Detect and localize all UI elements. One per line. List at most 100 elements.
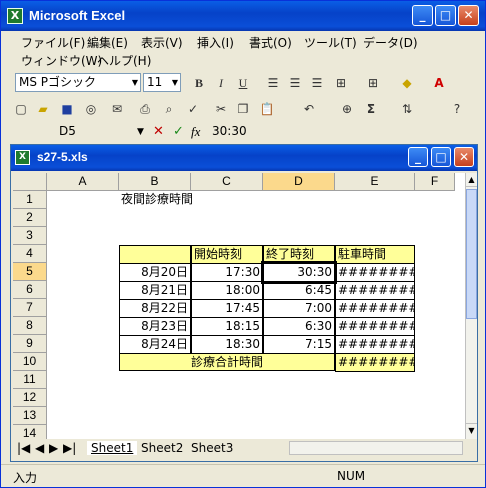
prev-sheet-icon[interactable]: ◀ [35, 441, 44, 455]
align-center-icon[interactable]: ☰ [285, 74, 305, 92]
tab-sheet3[interactable]: Sheet3 [191, 441, 233, 455]
font-color-icon[interactable]: A [429, 74, 449, 92]
cell-D7[interactable]: 7:00 [263, 299, 335, 318]
menu-edit[interactable]: 編集(E) [87, 34, 128, 51]
scroll-up-icon[interactable]: ▲ [466, 173, 477, 187]
row-header-10[interactable]: 10 [13, 353, 47, 371]
hyperlink-icon[interactable]: ⊕ [337, 100, 357, 118]
column-header-E[interactable]: E [335, 173, 415, 191]
merge-center-icon[interactable]: ⊞ [331, 74, 351, 92]
column-header-B[interactable]: B [119, 173, 191, 191]
row-header-3[interactable]: 3 [13, 227, 47, 245]
help-icon[interactable]: ? [447, 100, 467, 118]
name-box-dropdown-icon[interactable]: ▼ [137, 123, 144, 141]
align-right-icon[interactable]: ☰ [307, 74, 327, 92]
cell-D6[interactable]: 6:45 [263, 281, 335, 300]
menu-window[interactable]: ウィンドウ(W) [21, 52, 102, 69]
cell-E5[interactable]: ######### [335, 263, 415, 282]
cell-C4[interactable]: 開始時刻 [191, 245, 263, 264]
cell-C5[interactable]: 17:30 [191, 263, 263, 282]
cell-E10[interactable]: ######### [335, 353, 415, 372]
title-bar[interactable]: X Microsoft Excel _ □ ✕ [1, 1, 485, 31]
italic-button[interactable]: I [211, 74, 231, 92]
new-icon[interactable]: ▢ [11, 100, 31, 118]
cell-B4[interactable] [119, 245, 191, 264]
row-header-9[interactable]: 9 [13, 335, 47, 353]
row-header-1[interactable]: 1 [13, 191, 47, 209]
scroll-down-icon[interactable]: ▼ [466, 423, 477, 437]
cell-B9[interactable]: 8月24日 [119, 335, 191, 354]
borders-icon[interactable]: ⊞ [363, 74, 383, 92]
workbook-maximize-button[interactable]: □ [431, 147, 451, 167]
cell-C8[interactable]: 18:15 [191, 317, 263, 336]
cell-B10[interactable]: 診療合計時間 [119, 353, 335, 371]
cell-D8[interactable]: 6:30 [263, 317, 335, 336]
spelling-icon[interactable]: ✓ [183, 100, 203, 118]
cell-E8[interactable]: ######### [335, 317, 415, 336]
fill-color-icon[interactable]: ◆ [397, 74, 417, 92]
cell-C6[interactable]: 18:00 [191, 281, 263, 300]
cell-B5[interactable]: 8月20日 [119, 263, 191, 282]
column-header-D[interactable]: D [263, 173, 335, 191]
menu-file[interactable]: ファイル(F) [21, 34, 85, 51]
paste-icon[interactable]: 📋 [257, 100, 277, 118]
permission-icon[interactable]: ◎ [81, 100, 101, 118]
row-header-6[interactable]: 6 [13, 281, 47, 299]
row-header-7[interactable]: 7 [13, 299, 47, 317]
row-header-8[interactable]: 8 [13, 317, 47, 335]
cell-B7[interactable]: 8月22日 [119, 299, 191, 318]
spreadsheet-grid[interactable]: ABCDEF 1 2 3 4 5 6 7 8 9 10 11 12 13 14 夜間診療時間 開始時刻 終了時… [13, 173, 465, 439]
cell-D5[interactable]: 30:30 [261, 261, 337, 284]
minimize-button[interactable]: _ [412, 5, 433, 26]
menu-view[interactable]: 表示(V) [141, 34, 183, 51]
cell-C7[interactable]: 17:45 [191, 299, 263, 318]
menu-format[interactable]: 書式(O) [249, 34, 292, 51]
row-header-12[interactable]: 12 [13, 389, 47, 407]
align-left-icon[interactable]: ☰ [263, 74, 283, 92]
vertical-scrollbar[interactable]: ▲ ▼ [465, 173, 477, 439]
undo-icon[interactable]: ↶ [299, 100, 319, 118]
formula-input[interactable]: 30:30 [209, 123, 483, 141]
print-preview-icon[interactable]: ⌕ [159, 100, 179, 118]
cell-E6[interactable]: ######### [335, 281, 415, 300]
next-sheet-icon[interactable]: ▶ [49, 441, 58, 455]
row-header-13[interactable]: 13 [13, 407, 47, 425]
maximize-button[interactable]: □ [435, 5, 456, 26]
autosum-icon[interactable]: Σ [361, 100, 381, 118]
last-sheet-icon[interactable]: ▶| [63, 441, 76, 455]
workbook-close-button[interactable]: ✕ [454, 147, 474, 167]
cell-D4[interactable]: 終了時刻 [263, 245, 335, 264]
row-header-5[interactable]: 5 [13, 263, 47, 281]
bold-button[interactable]: B [189, 74, 209, 92]
cut-icon[interactable]: ✂ [211, 100, 231, 118]
row-header-2[interactable]: 2 [13, 209, 47, 227]
menu-help[interactable]: ヘルプ(H) [97, 52, 151, 69]
print-icon[interactable]: ⎙ [135, 100, 155, 118]
column-header-F[interactable]: F [415, 173, 455, 191]
copy-icon[interactable]: ❐ [233, 100, 253, 118]
enter-icon[interactable]: ✓ [173, 123, 184, 141]
name-box[interactable]: D5 [15, 123, 147, 141]
close-button[interactable]: ✕ [458, 5, 479, 26]
cell-E4[interactable]: 駐車時間 [335, 245, 415, 264]
email-icon[interactable]: ✉ [107, 100, 127, 118]
save-icon[interactable]: ■ [57, 100, 77, 118]
horizontal-scrollbar[interactable] [289, 441, 463, 455]
workbook-title-bar[interactable]: X s27-5.xls _ □ ✕ [11, 145, 477, 171]
open-icon[interactable]: ▰ [33, 100, 53, 118]
cell-E9[interactable]: ######### [335, 335, 415, 354]
scroll-thumb[interactable] [466, 189, 477, 319]
font-name-select[interactable]: MS Pゴシック ▼ [15, 73, 141, 92]
tab-sheet1[interactable]: Sheet1 [87, 441, 138, 455]
menu-data[interactable]: データ(D) [363, 34, 418, 51]
row-header-14[interactable]: 14 [13, 425, 47, 439]
cell-B1[interactable]: 夜間診療時間 [119, 191, 193, 209]
cancel-icon[interactable]: ✕ [153, 123, 164, 141]
cell-D9[interactable]: 7:15 [263, 335, 335, 354]
cell-E7[interactable]: ######### [335, 299, 415, 318]
column-header-A[interactable]: A [47, 173, 119, 191]
row-header-4[interactable]: 4 [13, 245, 47, 263]
font-size-select[interactable]: 11 ▼ [143, 73, 181, 92]
insert-function-icon[interactable]: fx [191, 123, 200, 141]
workbook-minimize-button[interactable]: _ [408, 147, 428, 167]
